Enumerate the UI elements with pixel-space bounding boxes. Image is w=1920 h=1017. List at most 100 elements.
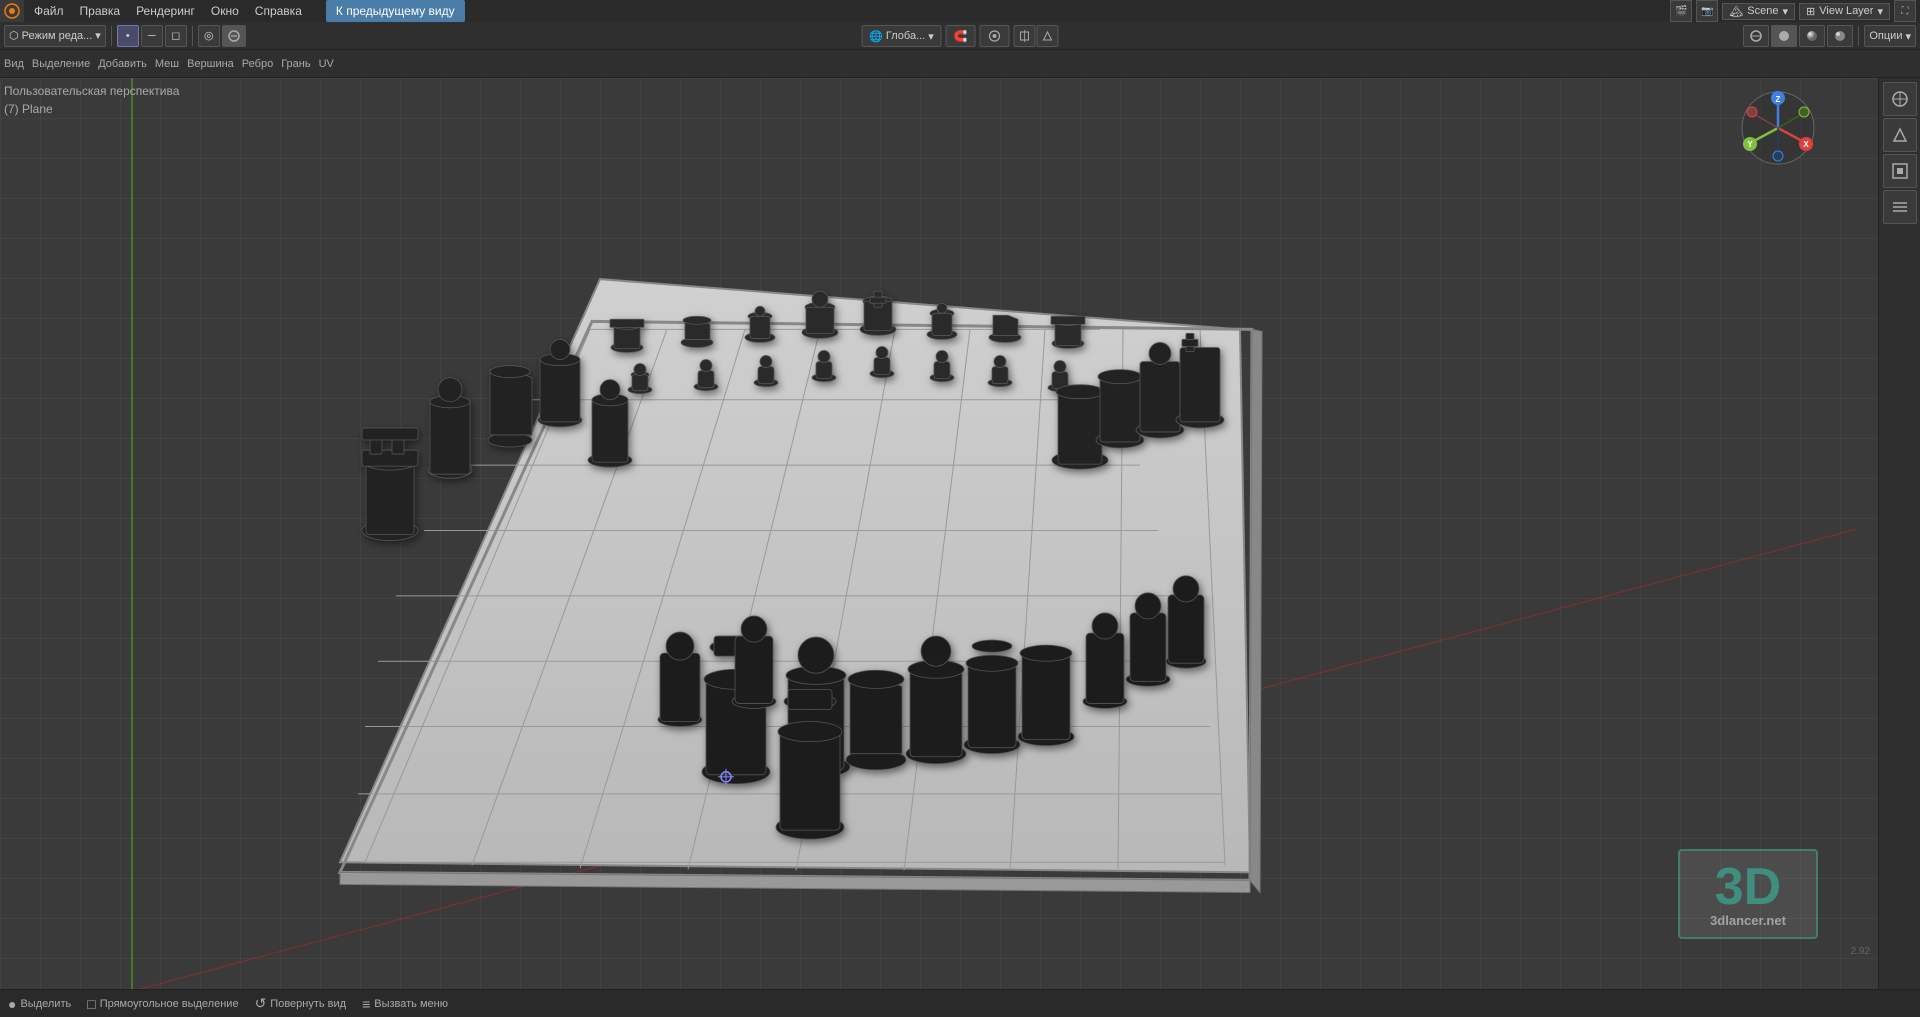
vertex-label: Вершина [187,58,234,70]
viewport-shading-wire[interactable] [1743,25,1769,47]
select-icon: ● [8,996,16,1012]
menu-render[interactable]: Рендеринг [128,0,203,22]
add-label: Добавить [98,58,147,70]
solid-icon [1776,28,1792,44]
snap-opt1-svg [1019,30,1031,42]
menu-edit[interactable]: Правка [72,0,129,22]
status-select: ● Выделить [8,996,71,1012]
watermark-site: 3dlancer.net [1710,913,1786,928]
gizmo-svg: Z X Y [1738,88,1818,168]
scene-dropdown[interactable]: 🏔 Scene ▾ [1722,3,1795,20]
status-rotate: ↺ Повернуть вид [255,995,347,1012]
svg-text:X: X [1803,140,1809,149]
vert-select-btn[interactable]: • [117,25,139,47]
viewport-info: Пользовательская перспектива (7) Plane [4,82,179,118]
menu-label: Вызвать меню [374,998,448,1010]
perspective-label: Пользовательская перспектива [4,82,179,100]
navigation-gizmo[interactable]: Z X Y [1738,88,1818,168]
menu-window[interactable]: Окно [203,0,247,22]
render-image-btn[interactable]: 📷 [1696,0,1718,22]
rotate-icon: ↺ [255,995,267,1012]
xray-btn[interactable]: ◎ [198,25,220,47]
overlay-svg [227,29,241,43]
scene-dropdown-arrow: ▾ [1783,5,1789,18]
watermark-text: 3D [1715,861,1781,913]
face-select-btn[interactable]: ◻ [165,25,187,47]
watermark-3d: 3D 3dlancer.net [1678,849,1818,939]
face-icon: ◻ [171,29,180,42]
wire-icon [1748,28,1764,44]
material-icon [1804,28,1820,44]
sep1 [111,26,112,46]
scene-name: Scene [1747,5,1778,17]
mesh-label: Меш [155,58,179,70]
tool-icon-2[interactable] [1883,118,1917,152]
tool-icon-4[interactable] [1883,190,1917,224]
edge-label: Ребро [242,58,273,70]
right-sidebar [1878,78,1920,989]
app-logo [0,0,24,22]
viewport-shading-material[interactable] [1799,25,1825,47]
transform-selector[interactable]: 🌐 Глоба... ▾ [862,25,942,47]
select-label: Выделить [20,998,71,1010]
options-icon: Опции [1869,30,1902,42]
fullscreen-btn[interactable]: ⛶ [1894,0,1916,22]
right-controls: Опции ▾ [1743,22,1916,50]
overlay-icon-1[interactable] [222,25,246,47]
mode-icon: ⬡ [9,29,19,42]
viewport[interactable]: Пользовательская перспектива (7) Plane Z… [0,78,1878,989]
render-icon-btn[interactable]: 🎬 [1670,0,1692,22]
snap-opt2[interactable] [1037,25,1059,47]
globe-icon: 🌐 [869,30,883,43]
rotate-label: Повернуть вид [270,998,346,1010]
uv-label: UV [319,58,334,70]
view-layer-name: View Layer [1819,5,1873,17]
mode-arrow: ▾ [95,29,101,42]
center-controls: 🌐 Глоба... ▾ 🧲 [862,22,1059,50]
back-button[interactable]: К предыдущему виду [326,0,465,22]
scene-icon: 🏔 [1729,5,1743,18]
vert-icon: • [126,30,130,42]
render-icon [1832,28,1848,44]
proportional-btn[interactable] [980,25,1010,47]
tool-icon-1[interactable] [1883,82,1917,116]
box-select-label: Прямоугольное выделение [100,998,239,1010]
svg-text:Y: Y [1747,140,1753,149]
viewport-shading-solid[interactable] [1771,25,1797,47]
object-label: (7) Plane [4,100,179,118]
tool-icon-3[interactable] [1883,154,1917,188]
view-layer-arrow: ▾ [1877,5,1883,18]
proportional-svg [988,29,1002,43]
tool3-svg [1890,161,1910,181]
xray-icon: ◎ [204,29,214,42]
options-arrow: ▾ [1905,30,1911,43]
version-label: 2.92 [1851,946,1870,957]
view-layer-dropdown[interactable]: ⊞ View Layer ▾ [1799,3,1890,20]
transform-arrow: ▾ [928,30,934,43]
menu-help[interactable]: Справка [247,0,310,22]
svg-text:Z: Z [1776,95,1781,104]
tool1-svg [1890,89,1910,109]
snap-options [1014,25,1059,47]
snap-opt2-svg [1042,30,1054,42]
sep-r1 [1858,26,1859,46]
layer-icon: ⊞ [1806,5,1815,18]
mode-selector[interactable]: ⬡ Режим реда... ▾ [4,25,106,47]
box-select-icon: □ [87,996,95,1012]
face-label: Грань [281,58,310,70]
edge-select-btn[interactable]: ─ [141,25,163,47]
options-btn[interactable]: Опции ▾ [1864,25,1916,47]
top-menu-bar: Файл Правка Рендеринг Окно Справка К пре… [0,0,1920,22]
chess-scene [0,78,1878,989]
snap-btn[interactable]: 🧲 [946,25,976,47]
snap-icon: 🧲 [954,30,968,43]
header-right: 🎬 📷 🏔 Scene ▾ ⊞ View Layer ▾ ⛶ [1670,0,1920,22]
transform-label: Глоба... [886,30,925,42]
snap-opt1[interactable] [1014,25,1036,47]
edge-icon: ─ [148,30,156,42]
menu-file[interactable]: Файл [26,0,72,22]
sep2 [192,26,193,46]
mode-label: Режим реда... [22,30,93,42]
status-box-select: □ Прямоугольное выделение [87,996,238,1012]
viewport-shading-render[interactable] [1827,25,1853,47]
